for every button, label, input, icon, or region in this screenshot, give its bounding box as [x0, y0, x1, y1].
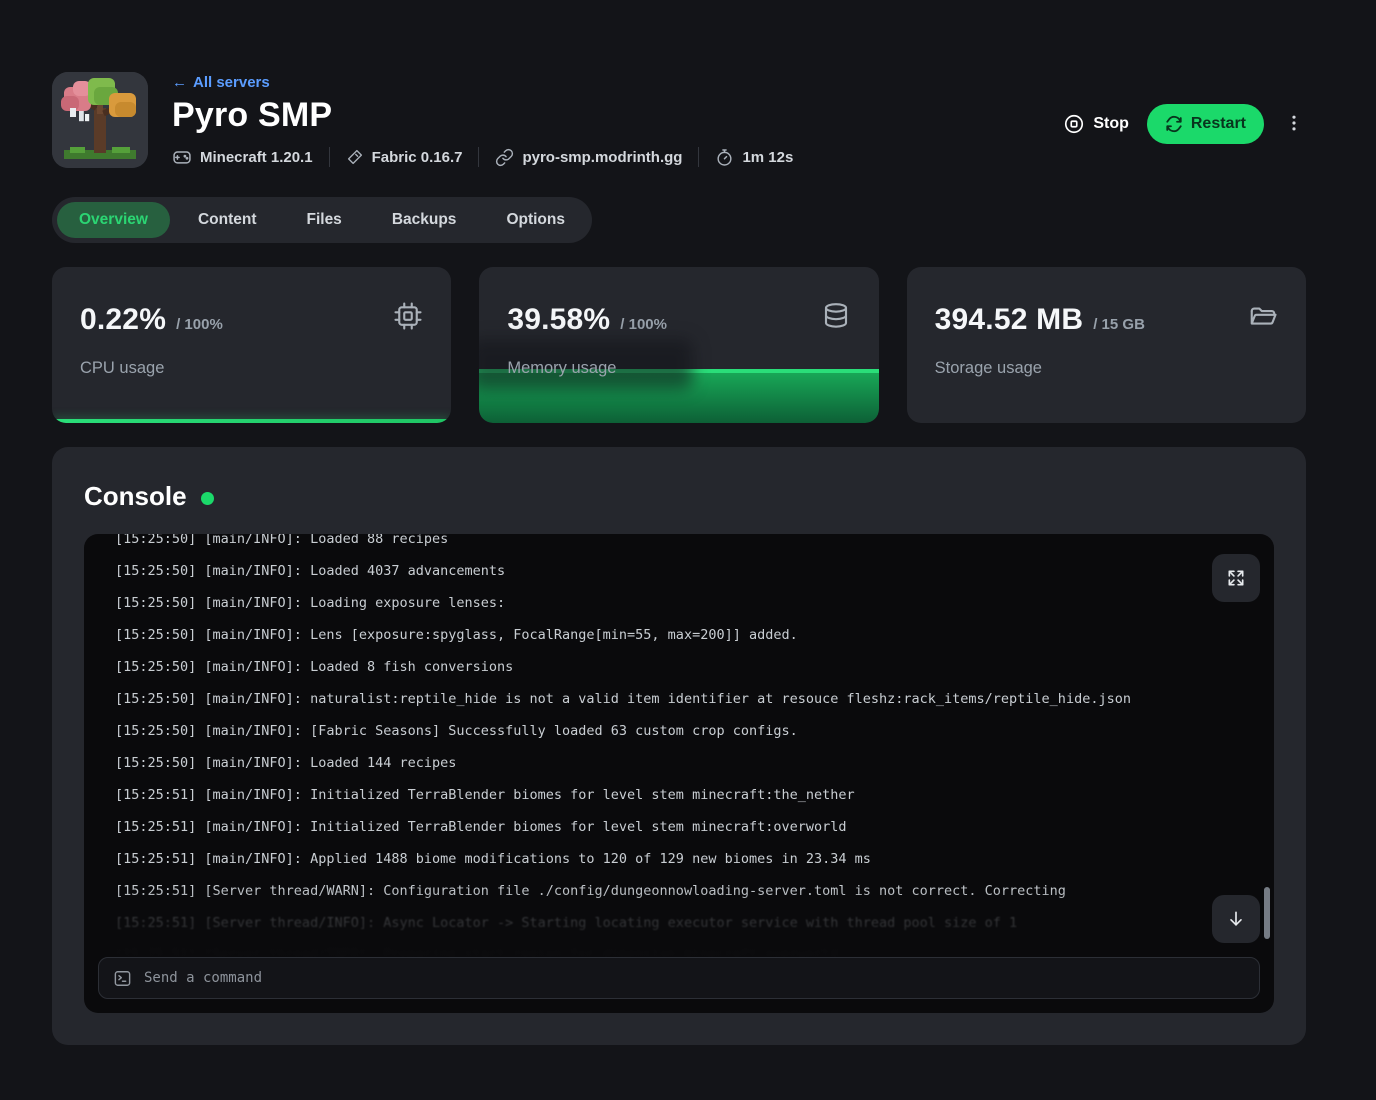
expand-icon — [1226, 568, 1246, 588]
tab-options[interactable]: Options — [484, 202, 587, 238]
server-online-status-dot — [201, 492, 214, 505]
arrow-down-icon — [1226, 909, 1246, 929]
cpu-usage-max: / 100% — [176, 316, 223, 333]
console-log-line: [15:25:50] [main/INFO]: Loading exposure… — [115, 587, 1226, 619]
console-scrollbar-thumb[interactable] — [1264, 887, 1270, 939]
memory-usage-card: 39.58% / 100% Memory usage — [479, 267, 878, 423]
console-log-line: [15:25:50] [main/INFO]: Loaded 144 recip… — [115, 747, 1226, 779]
storage-usage-max: / 15 GB — [1093, 316, 1145, 333]
gamepad-icon — [172, 147, 192, 167]
server-header: ← All servers Pyro SMP Minecraft 1.20.1 — [52, 72, 1306, 168]
stop-icon — [1063, 113, 1085, 135]
console-log-line: [15:25:51] [main/INFO]: Initialized Terr… — [115, 811, 1226, 843]
console-log-line: [15:25:51] [main/INFO]: Applied 1488 bio… — [115, 843, 1226, 875]
console-log-lines: [15:25:50] [main/INFO]: Loaded 88 recipe… — [115, 534, 1226, 957]
meta-minecraft-version: Minecraft 1.20.1 — [172, 147, 313, 167]
cpu-usage-bar — [52, 419, 451, 423]
meta-server-address[interactable]: pyro-smp.modrinth.gg — [495, 148, 682, 167]
restart-button[interactable]: Restart — [1147, 104, 1264, 144]
console-card: Console [15:25:50] [main/INFO]: Loaded 8… — [52, 447, 1306, 1045]
cpu-usage-card: 0.22% / 100% CPU usage — [52, 267, 451, 423]
console-log-line: [15:25:50] [main/INFO]: naturalist:repti… — [115, 683, 1226, 715]
console-header: Console — [84, 481, 1274, 512]
storage-usage-card: 394.52 MB / 15 GB Storage usage — [907, 267, 1306, 423]
stats-row: 0.22% / 100% CPU usage 39.58% / 100 — [52, 267, 1306, 423]
console-log-line: [15:25:50] [main/INFO]: Loaded 8 fish co… — [115, 651, 1226, 683]
storage-usage-label: Storage usage — [935, 359, 1042, 378]
memory-usage-max: / 100% — [620, 316, 667, 333]
meta-label: 1m 12s — [742, 149, 793, 166]
page-title: Pyro SMP — [172, 96, 1063, 135]
console-title: Console — [84, 481, 187, 512]
expand-console-button[interactable] — [1212, 554, 1260, 602]
tab-content[interactable]: Content — [176, 202, 279, 238]
console-log-line: [15:25:51] [Server thread/WARN]: Configu… — [115, 875, 1226, 907]
kebab-menu-icon — [1284, 113, 1304, 133]
divider — [329, 147, 330, 167]
meta-uptime: 1m 12s — [715, 148, 793, 167]
restart-icon — [1165, 115, 1183, 133]
fabric-icon — [346, 148, 364, 166]
server-page: ← All servers Pyro SMP Minecraft 1.20.1 — [0, 0, 1376, 1045]
tab-overview[interactable]: Overview — [57, 202, 170, 238]
console-log-line: [15:25:50] [main/INFO]: [Fabric Seasons]… — [115, 715, 1226, 747]
tab-backups[interactable]: Backups — [370, 202, 479, 238]
command-input[interactable] — [144, 970, 1245, 986]
command-row — [84, 957, 1274, 1013]
console-log-line: [15:25:50] [main/INFO]: Loaded 4037 adva… — [115, 555, 1226, 587]
tab-bar: OverviewContentFilesBackupsOptions — [52, 197, 592, 243]
console-log-line: [15:25:50] [main/INFO]: Loaded 88 recipe… — [115, 534, 1226, 555]
cpu-usage-label: CPU usage — [80, 359, 164, 378]
cpu-icon — [393, 301, 423, 336]
server-meta-row: Minecraft 1.20.1 Fabric 0.16.7 — [172, 147, 1063, 167]
server-actions: Stop Restart — [1063, 104, 1306, 144]
meta-label: pyro-smp.modrinth.gg — [522, 149, 682, 166]
meta-label: Minecraft 1.20.1 — [200, 149, 313, 166]
link-icon — [495, 148, 514, 167]
meta-loader-version: Fabric 0.16.7 — [346, 148, 463, 166]
scroll-to-bottom-button[interactable] — [1212, 895, 1260, 943]
console-log-line: [15:25:51] [Server thread/INFO]: Prepari… — [115, 939, 1226, 957]
server-info: ← All servers Pyro SMP Minecraft 1.20.1 — [172, 72, 1063, 167]
stop-button[interactable]: Stop — [1063, 113, 1129, 135]
database-icon — [821, 301, 851, 336]
back-arrow-icon: ← — [172, 74, 187, 91]
stopwatch-icon — [715, 148, 734, 167]
command-input-wrap — [98, 957, 1260, 999]
server-avatar — [52, 72, 148, 168]
pixel-tree-icon — [52, 72, 148, 168]
memory-usage-label: Memory usage — [507, 359, 616, 378]
console-log-line: [15:25:50] [main/INFO]: Lens [exposure:s… — [115, 619, 1226, 651]
cpu-usage-value: 0.22% — [80, 303, 166, 337]
folder-icon — [1248, 301, 1278, 336]
stop-button-label: Stop — [1093, 115, 1129, 133]
console-log-line: [15:25:51] [Server thread/INFO]: Async L… — [115, 907, 1226, 939]
console-box: [15:25:50] [main/INFO]: Loaded 88 recipe… — [84, 534, 1274, 1013]
console-log-line: [15:25:51] [main/INFO]: Initialized Terr… — [115, 779, 1226, 811]
storage-usage-value: 394.52 MB — [935, 303, 1084, 337]
terminal-icon — [113, 969, 132, 988]
meta-label: Fabric 0.16.7 — [372, 149, 463, 166]
restart-button-label: Restart — [1191, 115, 1246, 133]
tab-files[interactable]: Files — [284, 202, 363, 238]
back-link-label: All servers — [193, 74, 270, 91]
divider — [478, 147, 479, 167]
divider — [698, 147, 699, 167]
more-options-button[interactable] — [1282, 109, 1306, 140]
memory-usage-value: 39.58% — [507, 303, 610, 337]
console-log-area[interactable]: [15:25:50] [main/INFO]: Loaded 88 recipe… — [84, 534, 1274, 957]
back-to-all-servers-link[interactable]: ← All servers — [172, 74, 270, 91]
